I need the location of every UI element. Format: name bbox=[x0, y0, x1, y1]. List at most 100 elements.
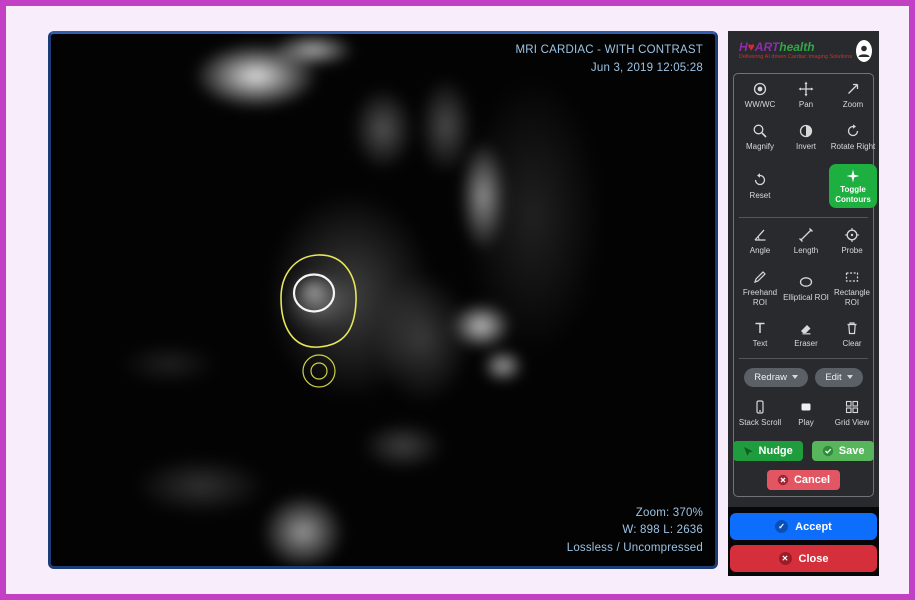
tool-clear[interactable]: Clear bbox=[829, 320, 875, 349]
measure-tools-group: Angle Length Probe bbox=[737, 227, 870, 348]
brand-h: H bbox=[739, 40, 748, 54]
text-icon bbox=[752, 320, 768, 336]
edit-dropdown[interactable]: Edit bbox=[815, 368, 862, 387]
group-divider bbox=[739, 358, 868, 359]
brand-tagline: Delivering AI driven Cardiac Imaging Sol… bbox=[739, 55, 852, 61]
close-button[interactable]: ✕ Close bbox=[730, 545, 877, 572]
dropdown-label: Edit bbox=[825, 372, 841, 383]
close-circle-icon: ✕ bbox=[779, 552, 792, 565]
accept-circle-icon: ✓ bbox=[775, 520, 788, 533]
tool-label: Pan bbox=[799, 100, 813, 110]
brand-suffix: health bbox=[779, 40, 814, 54]
tool-label: Stack Scroll bbox=[739, 418, 781, 428]
sidebar-main: H♥ARThealth Delivering AI driven Cardiac… bbox=[728, 31, 879, 507]
primary-tools-group: WW/WC Pan Zoom bbox=[737, 81, 870, 208]
cursor-icon bbox=[743, 446, 754, 457]
tool-stack-scroll[interactable]: Stack Scroll bbox=[737, 399, 783, 428]
tool-invert[interactable]: Invert bbox=[783, 123, 829, 152]
invert-icon bbox=[798, 123, 814, 139]
tool-label: Probe bbox=[841, 246, 862, 256]
tool-zoom[interactable]: Zoom bbox=[830, 81, 876, 110]
tool-label: Clear bbox=[842, 339, 861, 349]
tool-probe[interactable]: Probe bbox=[829, 227, 875, 256]
tool-reset[interactable]: Reset bbox=[737, 172, 783, 201]
grid-icon bbox=[844, 399, 860, 415]
user-avatar[interactable] bbox=[856, 40, 872, 62]
extra-tools-group: Stack Scroll Play Grid View bbox=[737, 399, 870, 428]
study-info-overlay: MRI CARDIAC - WITH CONTRAST Jun 3, 2019 … bbox=[516, 42, 703, 78]
small-contour-inner[interactable] bbox=[311, 363, 327, 379]
rectangle-icon bbox=[844, 269, 860, 285]
tool-label: Zoom bbox=[843, 100, 863, 110]
tool-freehand-roi[interactable]: Freehand ROI bbox=[737, 269, 783, 307]
tool-rectangle-roi[interactable]: Rectangle ROI bbox=[829, 269, 875, 307]
ellipse-icon bbox=[798, 274, 814, 290]
mri-viewport[interactable]: MRI CARDIAC - WITH CONTRAST Jun 3, 2019 … bbox=[48, 31, 718, 569]
sparkle-icon bbox=[846, 169, 860, 183]
chevron-down-icon bbox=[847, 375, 853, 379]
accept-label: Accept bbox=[795, 521, 832, 533]
nudge-button[interactable]: Nudge bbox=[733, 441, 803, 461]
tool-wwwc[interactable]: WW/WC bbox=[737, 81, 783, 110]
group-divider bbox=[739, 217, 868, 218]
dropdown-label: Redraw bbox=[754, 372, 787, 383]
tool-label: Grid View bbox=[835, 418, 870, 428]
save-label: Save bbox=[839, 445, 865, 457]
tool-pan[interactable]: Pan bbox=[783, 81, 829, 110]
study-datetime: Jun 3, 2019 12:05:28 bbox=[516, 60, 703, 78]
nudge-save-row: Nudge Save bbox=[737, 441, 870, 461]
tool-label: Invert bbox=[796, 142, 816, 152]
cancel-row: Cancel bbox=[737, 461, 870, 490]
image-info-overlay: Zoom: 370% W: 898 L: 2636 Lossless / Unc… bbox=[567, 505, 703, 558]
tool-label: Toggle Contours bbox=[831, 185, 875, 204]
magnify-icon bbox=[752, 123, 768, 139]
tool-length[interactable]: Length bbox=[783, 227, 829, 256]
accept-button[interactable]: ✓ Accept bbox=[730, 513, 877, 540]
tool-angle[interactable]: Angle bbox=[737, 227, 783, 256]
small-contour-outer[interactable] bbox=[303, 355, 335, 387]
tool-label: Angle bbox=[750, 246, 770, 256]
rotate-right-icon bbox=[845, 123, 861, 139]
stack-scroll-icon bbox=[752, 399, 768, 415]
contrast-icon bbox=[752, 81, 768, 97]
reset-icon bbox=[752, 172, 768, 188]
probe-icon bbox=[844, 227, 860, 243]
eraser-icon bbox=[798, 320, 814, 336]
dropdown-row: Redraw Edit bbox=[737, 368, 870, 387]
tool-eraser[interactable]: Eraser bbox=[783, 320, 829, 349]
close-label: Close bbox=[799, 553, 829, 565]
cancel-label: Cancel bbox=[794, 474, 830, 486]
trash-icon bbox=[844, 320, 860, 336]
play-icon bbox=[798, 399, 814, 415]
pencil-icon bbox=[752, 269, 768, 285]
pan-icon bbox=[798, 81, 814, 97]
tool-rotate-right[interactable]: Rotate Right bbox=[830, 123, 876, 152]
tool-elliptical-roi[interactable]: Elliptical ROI bbox=[783, 274, 829, 303]
tool-label: Rotate Right bbox=[831, 142, 875, 152]
tool-panel: WW/WC Pan Zoom bbox=[733, 73, 874, 497]
lv-contour-yellow[interactable] bbox=[281, 255, 356, 347]
study-description: MRI CARDIAC - WITH CONTRAST bbox=[516, 42, 703, 60]
lv-contour-white[interactable] bbox=[294, 275, 334, 312]
cancel-button[interactable]: Cancel bbox=[767, 470, 840, 490]
tool-grid-view[interactable]: Grid View bbox=[829, 399, 875, 428]
brand-text: H♥ARThealth Delivering AI driven Cardiac… bbox=[739, 41, 852, 61]
tool-text[interactable]: Text bbox=[737, 320, 783, 349]
tool-label: Eraser bbox=[794, 339, 818, 349]
tool-label: WW/WC bbox=[745, 100, 776, 110]
tool-magnify[interactable]: Magnify bbox=[737, 123, 783, 152]
tool-label: Freehand ROI bbox=[737, 288, 783, 307]
zoom-level: Zoom: 370% bbox=[567, 505, 703, 523]
tool-label: Magnify bbox=[746, 142, 774, 152]
tool-label: Length bbox=[794, 246, 818, 256]
angle-icon bbox=[752, 227, 768, 243]
toggle-contours-button[interactable]: Toggle Contours bbox=[829, 164, 877, 208]
save-button[interactable]: Save bbox=[812, 441, 875, 461]
app-header: H♥ARThealth Delivering AI driven Cardiac… bbox=[728, 31, 879, 71]
tool-label: Elliptical ROI bbox=[783, 293, 829, 303]
redraw-dropdown[interactable]: Redraw bbox=[744, 368, 808, 387]
brand-heart-glyph: ♥ bbox=[748, 40, 755, 54]
check-circle-icon bbox=[822, 445, 834, 457]
tool-play[interactable]: Play bbox=[783, 399, 829, 428]
zoom-icon bbox=[845, 81, 861, 97]
